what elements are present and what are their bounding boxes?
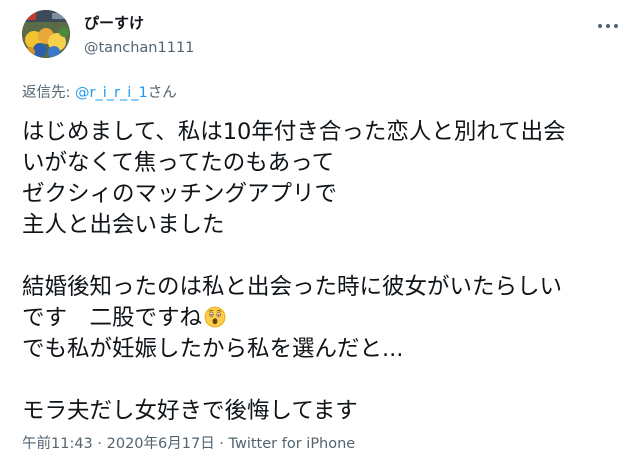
tweet-text: はじめまして、私は10年付き合った恋人と別れて出会 いがなくて焦ってたのもあって… bbox=[22, 117, 632, 427]
tweet-line: ゼクシィのマッチングアプリで bbox=[22, 181, 338, 207]
more-horizontal-icon[interactable] bbox=[596, 18, 620, 34]
avatar-image bbox=[22, 10, 70, 58]
tweet-line-text: です 二股ですね bbox=[22, 305, 203, 331]
tweet-source[interactable]: Twitter for iPhone bbox=[229, 436, 356, 452]
tweet-date[interactable]: 2020年6月17日 bbox=[107, 436, 215, 452]
more-dot bbox=[614, 24, 618, 28]
more-dot bbox=[598, 24, 602, 28]
handle[interactable]: @tanchan1111 bbox=[84, 38, 194, 58]
reply-context: 返信先: @r_i_r_i_1さん bbox=[22, 83, 177, 103]
tweet-line: モラ夫だし女好きで後悔してます bbox=[22, 398, 358, 424]
tweet-line-with-emoji: です 二股ですね bbox=[22, 303, 632, 334]
reply-suffix: さん bbox=[147, 85, 177, 101]
meta-separator: · bbox=[214, 436, 229, 452]
tweet-line: 結婚後知ったのは私と出会った時に彼女がいたらしい bbox=[22, 274, 563, 300]
tweet-line: いがなくて焦ってたのもあって bbox=[22, 150, 335, 176]
reply-prefix: 返信先: bbox=[22, 85, 75, 101]
display-name[interactable]: ぴーすけ bbox=[84, 13, 144, 33]
astonished-face-emoji bbox=[204, 306, 226, 328]
tweet-line: でも私が妊娠したから私を選んだと... bbox=[22, 336, 404, 362]
avatar[interactable] bbox=[22, 10, 70, 58]
meta-separator: · bbox=[92, 436, 107, 452]
tweet-line: 主人と出会いました bbox=[22, 212, 225, 238]
reply-mention-link[interactable]: @r_i_r_i_1 bbox=[75, 85, 148, 101]
tweet-line: はじめまして、私は10年付き合った恋人と別れて出会 bbox=[22, 119, 566, 145]
tweet-metadata: 午前11:43 · 2020年6月17日 · Twitter for iPhon… bbox=[22, 434, 355, 454]
more-dot bbox=[606, 24, 610, 28]
tweet: ぴーすけ @tanchan1111 返信先: @r_i_r_i_1さん はじめま… bbox=[0, 0, 640, 466]
tweet-time[interactable]: 午前11:43 bbox=[22, 436, 93, 452]
